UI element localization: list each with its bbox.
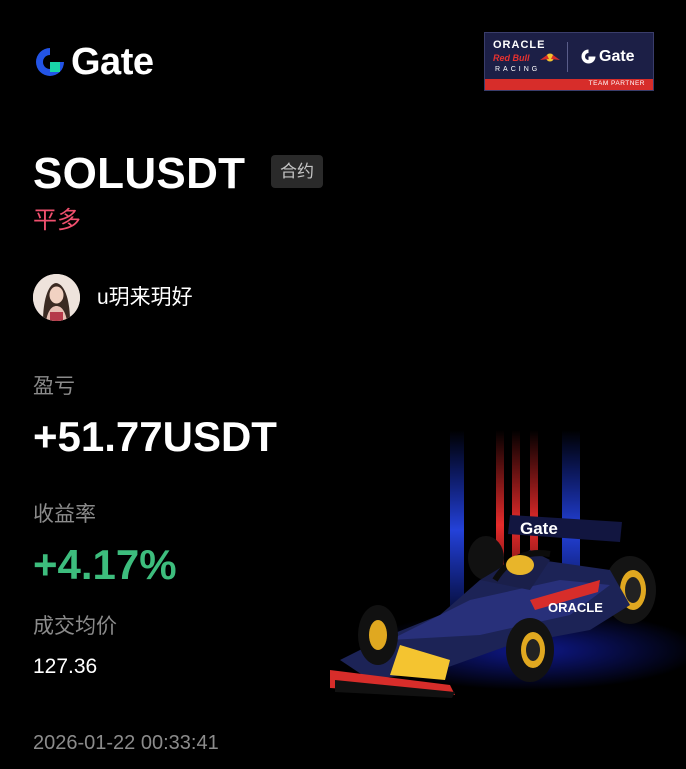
bull-icon (540, 53, 560, 62)
partner-gate-text: Gate (599, 47, 635, 65)
username: u玥来玥好 (97, 286, 193, 309)
pnl-label: 盈亏 (33, 375, 75, 398)
partner-gate-logo: Gate (580, 33, 635, 80)
yield-label: 收益率 (33, 503, 96, 526)
pnl-value: +51.77USDT (33, 413, 277, 460)
avg-price-value: 127.36 (33, 655, 98, 678)
avatar-photo-icon (33, 274, 80, 321)
svg-text:Gate: Gate (520, 519, 558, 538)
avg-price-label: 成交均价 (33, 615, 117, 638)
timestamp: 2026-01-22 00:33:41 (33, 732, 219, 754)
gate-logo-icon (36, 48, 64, 76)
svg-text:ORACLE: ORACLE (548, 600, 603, 615)
team-partner-text: TEAM PARTNER (588, 80, 645, 87)
oracle-text: ORACLE (493, 39, 546, 51)
f1-race-car-icon: Gate ORACLE (330, 430, 686, 698)
red-bull-racing-logo: ORACLE Red Bull RACING (485, 33, 567, 80)
racing-text: RACING (495, 66, 541, 73)
red-bull-text: Red Bull (493, 53, 530, 63)
position-direction: 平多 (33, 207, 81, 234)
gate-small-icon (581, 49, 596, 64)
team-partner-strip: TEAM PARTNER (485, 79, 653, 90)
badge-divider (567, 42, 568, 72)
partner-badge: ORACLE Red Bull RACING Gate TEAM PARTNER (484, 32, 654, 91)
trading-pair: SOLUSDT (33, 149, 246, 198)
contract-type-badge: 合约 (271, 155, 323, 188)
yield-value: +4.17% (33, 541, 177, 588)
avatar (33, 274, 80, 321)
gate-logo-text: Gate (71, 41, 154, 83)
gate-logo: Gate (33, 41, 154, 83)
